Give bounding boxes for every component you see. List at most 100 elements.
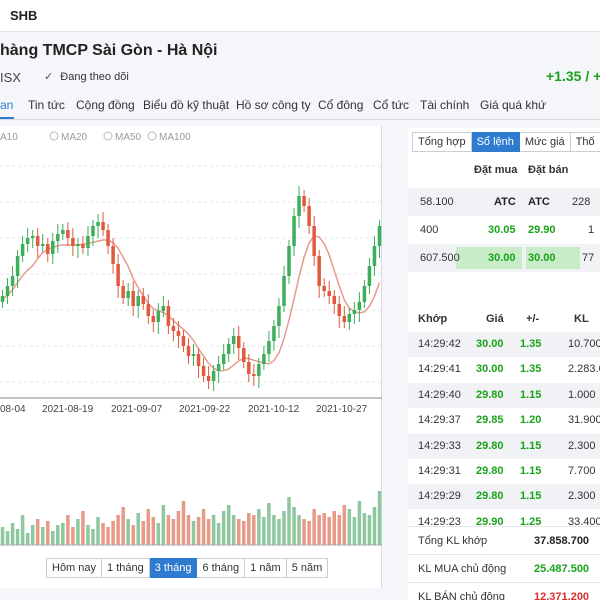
candle-body: [191, 354, 196, 356]
tab-price-history[interactable]: Giá quá khứ: [480, 98, 546, 112]
tab-company-profile[interactable]: Hồ sơ công ty: [236, 98, 311, 112]
tab-technical-chart[interactable]: Biểu đồ kỹ thuật: [143, 98, 229, 112]
tab-shareholders[interactable]: Cổ đông: [318, 98, 363, 112]
date-label: 2021-10-12: [248, 404, 300, 415]
volume-bar: [287, 497, 291, 545]
volume-bar: [186, 515, 191, 545]
candle-body: [236, 336, 241, 348]
candle-body: [121, 286, 125, 298]
trade-row: 14:29:4130.001.352.283.000: [418, 363, 600, 376]
tab-dividends[interactable]: Cổ tức: [373, 98, 409, 112]
range-today-button[interactable]: Hôm nay: [46, 558, 103, 578]
candle-body: [186, 346, 191, 356]
volume-bar: [367, 515, 372, 545]
volume-bar: [352, 517, 357, 545]
legend-ma10[interactable]: A10: [0, 132, 18, 143]
tab-financials[interactable]: Tài chính: [420, 98, 469, 112]
tab-news[interactable]: Tin tức: [28, 98, 65, 112]
volume-bar: [206, 519, 211, 545]
date-label: 08-04: [0, 404, 26, 415]
candle-body: [181, 336, 186, 346]
candle-body: [272, 326, 276, 341]
volume-bar: [247, 513, 251, 545]
range-5y-button[interactable]: 5 năm: [286, 558, 329, 578]
chart-panel: A10 MA20 MA50 MA100 08-04 2021-08-19 202…: [0, 126, 382, 588]
legend-ma50[interactable]: MA50: [115, 132, 142, 143]
volume-bar: [176, 511, 181, 545]
summary-sell-row: KL BÁN chủ động 12.371.200: [408, 582, 600, 600]
volume-bar: [81, 511, 85, 545]
volume-bar: [141, 521, 146, 545]
candle-body: [156, 311, 161, 322]
legend-ma100[interactable]: MA100: [159, 132, 191, 143]
volume-bar: [15, 529, 20, 545]
candle-body: [257, 364, 261, 376]
follow-label: Đang theo dõi: [60, 71, 129, 83]
tab-order-book[interactable]: Sổ lệnh: [471, 132, 520, 152]
volume-bar: [327, 517, 331, 545]
volume-bar: [216, 523, 221, 545]
candle-body: [61, 230, 65, 234]
range-1m-button[interactable]: 1 tháng: [102, 558, 150, 578]
candle-body: [0, 296, 5, 302]
volume-bar: [231, 515, 236, 545]
order-panel: Tổng hợp Sổ lệnh Mức giá Thố Đặt mua Đặt…: [408, 128, 600, 600]
summary-buy-row: KL MUA chủ động 25.487.500: [408, 554, 600, 582]
volume-bar: [126, 519, 130, 545]
candle-body: [111, 246, 115, 264]
price-change: +1.35 / +: [546, 68, 600, 84]
main-area: hàng TMCP Sài Gòn - Hà Nội ISX ✓ Đang th…: [0, 32, 600, 600]
volume-bar: [146, 509, 151, 545]
candle-body: [151, 316, 156, 322]
range-selector: Hôm nay 1 tháng 3 tháng 6 tháng 1 năm 5 …: [46, 558, 329, 580]
summary-total-row: Tổng KL khớp 37.858.700: [408, 526, 600, 554]
candle-body: [116, 264, 120, 286]
volume-bar: [171, 519, 176, 545]
range-3m-button[interactable]: 3 tháng: [149, 558, 198, 578]
top-bar: SHB: [0, 0, 600, 32]
candle-body: [357, 302, 362, 310]
candle-body: [106, 230, 110, 246]
follow-button[interactable]: ✓ Đang theo dõi: [44, 70, 129, 83]
volume-bar: [257, 509, 261, 545]
candle-body: [377, 226, 382, 246]
volume-bar: [20, 515, 25, 545]
candle-body: [332, 296, 337, 304]
candle-body: [201, 366, 206, 376]
candle-body: [15, 256, 20, 276]
volume-bar: [322, 513, 326, 545]
candle-body: [136, 296, 140, 306]
volume-bar: [71, 527, 75, 545]
range-6m-button[interactable]: 6 tháng: [197, 558, 246, 578]
volume-bar: [30, 525, 35, 545]
volume-bar: [221, 511, 226, 545]
tab-community[interactable]: Cộng đồng: [76, 98, 135, 112]
volume-bar: [156, 523, 161, 545]
volume-bar: [136, 513, 140, 545]
trade-row: 14:29:33 29.80 1.15 2.300: [408, 433, 600, 459]
tab-overview[interactable]: an: [0, 98, 13, 112]
ma-line: [1, 234, 381, 372]
tab-price-levels[interactable]: Mức giá: [519, 132, 571, 152]
volume-bar: [91, 529, 95, 545]
volume-bar: [272, 515, 276, 545]
volume-bar: [362, 513, 367, 545]
trade-row: 14:29:29 29.80 1.15 2.300: [408, 484, 600, 510]
candle-body: [277, 306, 281, 326]
candle-body: [86, 236, 90, 248]
candle-body: [176, 331, 181, 336]
tab-summary[interactable]: Tổng hợp: [412, 132, 472, 152]
legend-ma20[interactable]: MA20: [61, 132, 88, 143]
candle-body: [282, 276, 286, 306]
candle-body: [141, 296, 146, 304]
candle-body: [30, 236, 35, 238]
volume-bar: [347, 509, 352, 545]
volume-bar: [51, 531, 55, 545]
tab-statistics[interactable]: Thố: [570, 132, 600, 152]
volume-bar: [302, 519, 306, 545]
volume-bar: [236, 519, 241, 545]
candle-body: [297, 196, 301, 216]
candle-body: [252, 374, 256, 376]
price-chart[interactable]: A10 MA20 MA50 MA100 08-04 2021-08-19 202…: [0, 126, 382, 588]
range-1y-button[interactable]: 1 năm: [245, 558, 287, 578]
